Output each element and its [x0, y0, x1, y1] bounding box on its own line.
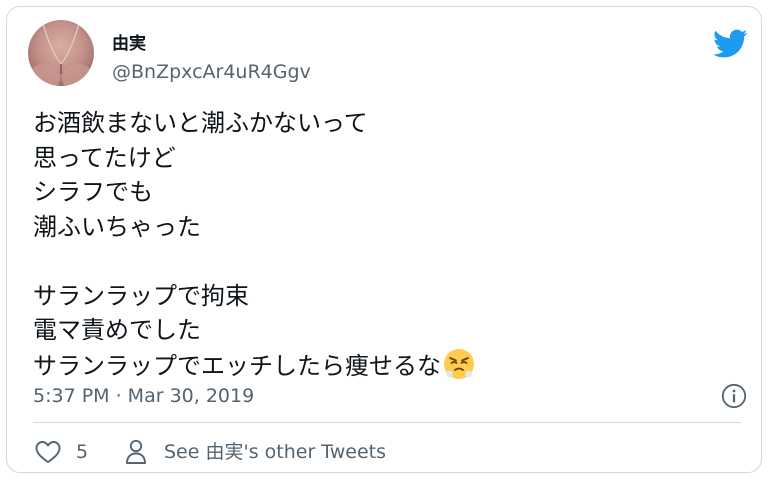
tweet-text: お酒飲まないと潮ふかないって 思ってたけど シラフでも 潮ふいちゃった サランラ…	[33, 106, 733, 382]
author-display-name[interactable]: 由実	[112, 34, 146, 54]
divider	[33, 422, 741, 423]
info-icon[interactable]	[721, 383, 747, 409]
tweet-line: 思ってたけど	[33, 143, 176, 172]
face-with-steam-from-nose-icon	[444, 348, 474, 379]
tweet-line: 潮ふいちゃった	[33, 212, 201, 241]
tweet-timestamp[interactable]: 5:37 PM · Mar 30, 2019	[33, 384, 254, 408]
avatar[interactable]	[28, 20, 94, 86]
like-count[interactable]: 5	[76, 440, 88, 464]
twitter-bird-icon[interactable]	[713, 29, 748, 59]
heart-icon[interactable]	[35, 440, 61, 464]
see-other-tweets-link[interactable]: See 由実's other Tweets	[164, 440, 386, 464]
author-handle[interactable]: @BnZpxcAr4uR4Ggv	[112, 60, 311, 84]
tweet-line-text: サランラップでエッチしたら痩せるな	[33, 351, 441, 380]
person-icon[interactable]	[125, 439, 147, 465]
tweet-card: 由実 @BnZpxcAr4uR4Ggv お酒飲まないと潮ふかないって 思ってたけ…	[6, 6, 762, 473]
tweet-line-last: サランラップでエッチしたら痩せるな	[33, 348, 733, 383]
tweet-line: サランラップで拘束	[33, 281, 249, 310]
tweet-line: シラフでも	[33, 178, 153, 206]
tweet-line: 電マ責めでした	[33, 316, 201, 344]
avatar-image	[28, 20, 94, 86]
tweet-line: お酒飲まないと潮ふかないって	[33, 109, 368, 137]
